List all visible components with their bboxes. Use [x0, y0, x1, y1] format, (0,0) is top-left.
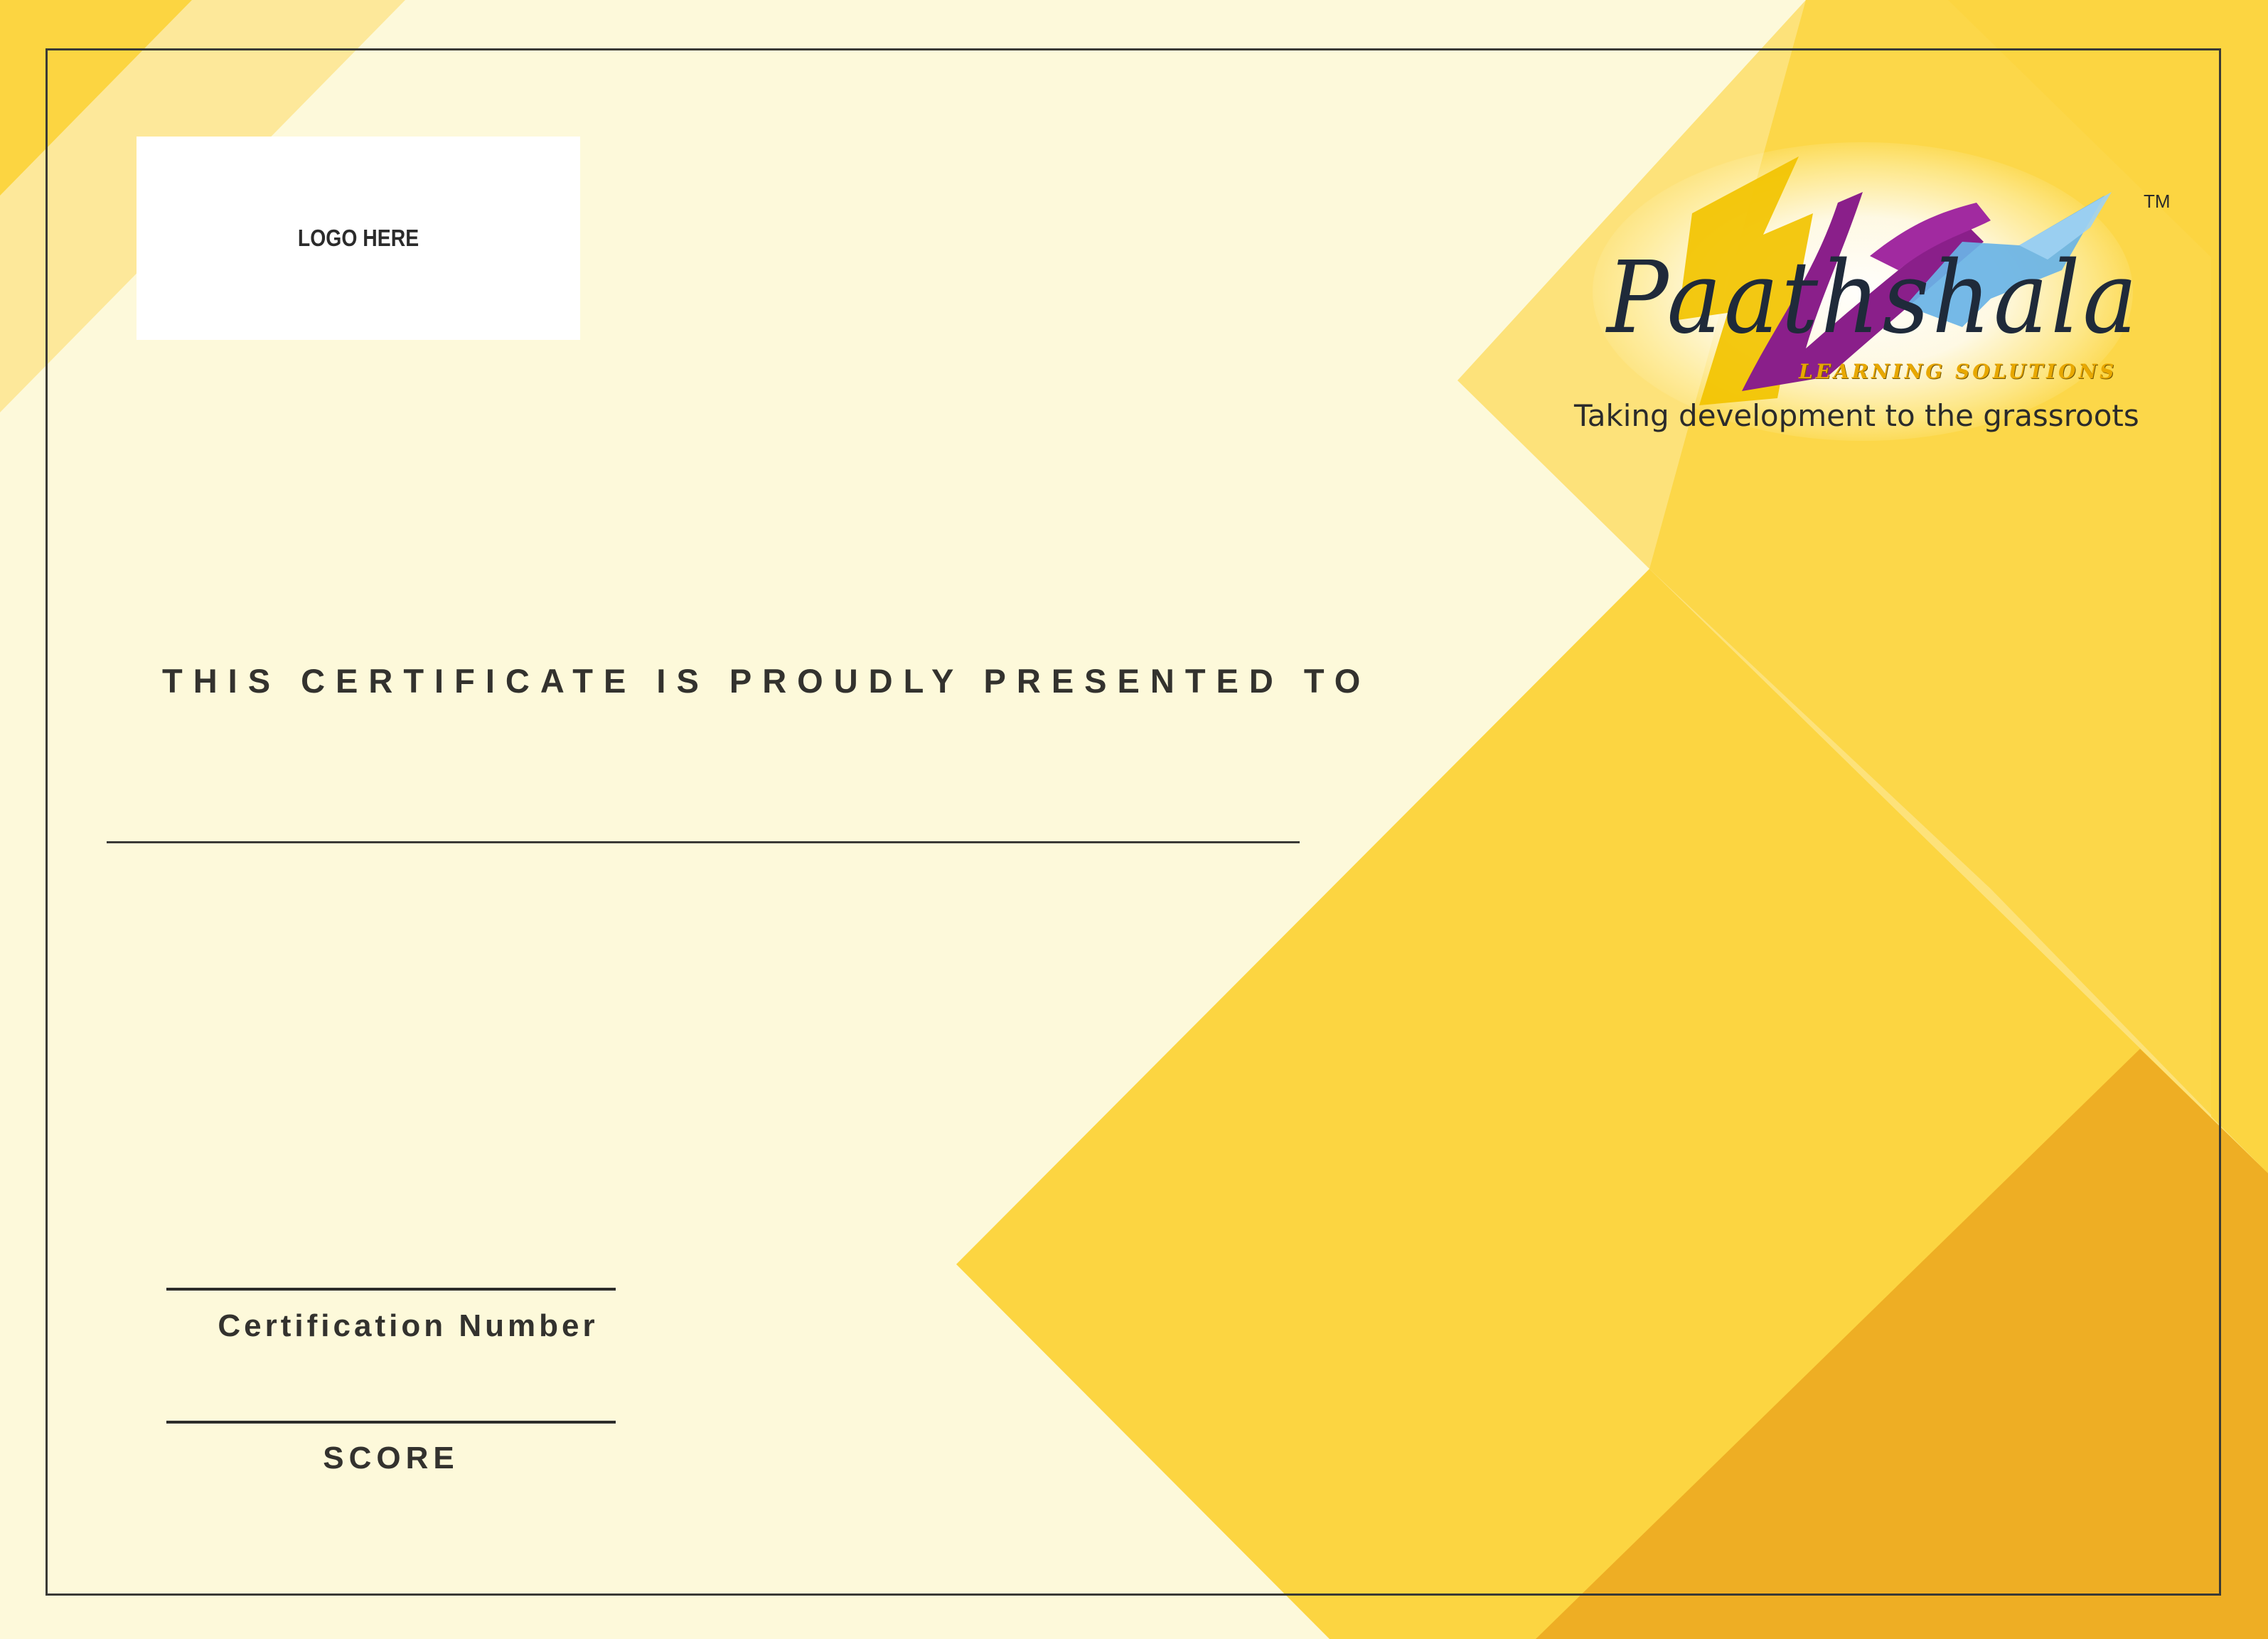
- presented-to-heading: THIS CERTIFICATE IS PROUDLY PRESENTED TO: [162, 662, 1371, 700]
- trademark-symbol: TM: [2144, 191, 2171, 212]
- certification-number-label: Certification Number: [218, 1308, 599, 1343]
- logo-placeholder: LOGO HERE: [137, 137, 580, 340]
- logo-placeholder-text: LOGO HERE: [297, 225, 419, 251]
- brand-name: Paathshala: [1607, 240, 2140, 356]
- score-label: SCORE: [323, 1441, 459, 1475]
- certification-number-line: [166, 1288, 616, 1291]
- brand-subtitle: LEARNING SOLUTIONS: [1799, 360, 2117, 383]
- certificate-page: LOGO HERE Paathshala LEARNING SOLUTIONS …: [0, 0, 2268, 1639]
- recipient-name-line: [107, 841, 1300, 843]
- brand-tagline: Taking development to the grassroots: [1574, 398, 2139, 433]
- score-line: [166, 1421, 616, 1424]
